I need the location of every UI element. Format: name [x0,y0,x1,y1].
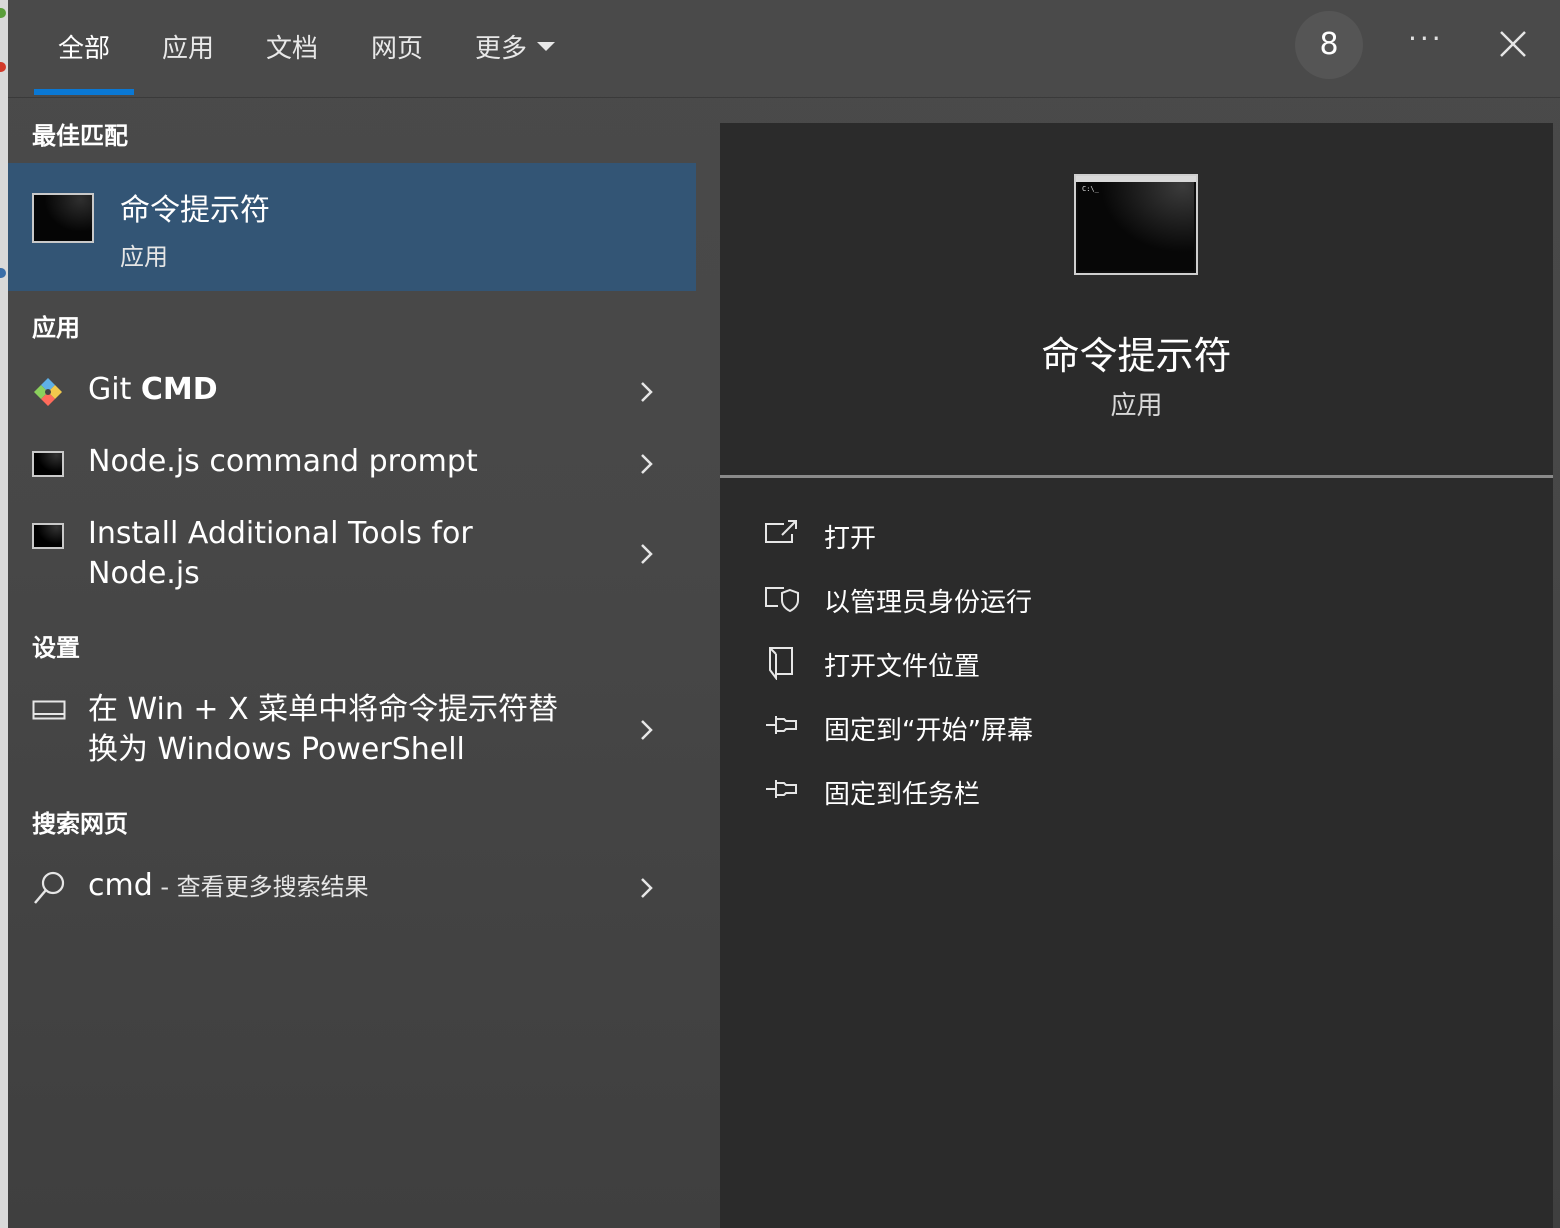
section-heading-search-web: 搜索网页 [32,810,128,838]
result-install-additional-tools[interactable]: Install Additional Tools for Node.js [8,508,696,608]
result-git-cmd-label-plain: Git [88,372,141,407]
start-search-window: 全部 应用 文档 网页 更多 8 ··· 最佳匹配 命令提示符 应用 应用 Gi… [8,0,1560,1228]
result-nodejs-command-prompt[interactable]: Node.js command prompt [8,436,696,492]
tab-apps[interactable]: 应用 [162,28,214,65]
action-open-label: 打开 [824,524,877,554]
desktop-icon-fragment [0,62,6,72]
best-match-title: 命令提示符 [120,193,270,228]
action-pin-to-start[interactable]: 固定到“开始”屏幕 [764,708,1364,748]
section-heading-apps: 应用 [32,314,80,342]
web-search-query: cmd [88,868,153,903]
result-git-cmd-label: Git CMD [88,370,218,410]
close-button[interactable] [1495,26,1531,62]
tab-documents[interactable]: 文档 [266,28,318,65]
active-tab-indicator [34,89,134,95]
console-screen-graphic [1078,182,1194,271]
action-open[interactable]: 打开 [764,516,1364,556]
best-match-result[interactable]: 命令提示符 应用 [8,163,696,291]
chevron-right-icon [641,382,653,402]
more-options-button[interactable]: ··· [1408,22,1444,55]
preview-divider [720,475,1553,478]
command-prompt-icon [32,193,94,243]
tab-more[interactable]: 更多 [475,28,556,65]
search-icon [34,871,65,904]
tab-web[interactable]: 网页 [371,28,423,65]
console-icon [32,523,64,549]
result-web-search[interactable]: cmd - 查看更多搜索结果 [8,860,696,916]
git-icon [34,378,62,406]
chevron-right-icon [641,544,653,564]
rewards-badge[interactable]: 8 [1295,11,1363,79]
console-prompt-text: C:\_ [1082,185,1099,193]
result-setting-winx-powershell[interactable]: 在 Win + X 菜单中将命令提示符替 换为 Windows PowerShe… [8,684,696,784]
result-nodejs-label: Node.js command prompt [88,444,478,479]
desktop-icon-fragment [0,8,6,18]
chevron-right-icon [641,454,653,474]
close-icon [1500,31,1526,57]
open-icon [765,520,797,543]
tab-more-label: 更多 [475,34,528,64]
console-icon [32,451,64,477]
chevron-right-icon [641,878,653,898]
action-open-file-location[interactable]: 打开文件位置 [764,644,1364,684]
desktop-background-sliver [0,0,8,1228]
best-match-subtitle: 应用 [120,243,168,271]
preview-panel: C:\_ 命令提示符 应用 打开 以管理员身份运行 打开文件位置 固定到“开始”… [720,123,1553,1228]
preview-title: 命令提示符 [1041,334,1232,378]
result-setting-label-line2: 换为 Windows PowerShell [88,732,465,767]
action-pin-to-taskbar-label: 固定到任务栏 [824,780,981,810]
action-run-as-admin-label: 以管理员身份运行 [824,588,1033,618]
preview-subtitle: 应用 [1110,391,1163,421]
section-heading-best-match: 最佳匹配 [32,122,128,150]
result-setting-label-line1: 在 Win + X 菜单中将命令提示符替 [88,692,559,727]
section-heading-settings: 设置 [32,634,80,662]
action-open-file-location-label: 打开文件位置 [824,652,981,682]
chevron-right-icon [641,720,653,740]
web-search-label: cmd - 查看更多搜索结果 [88,866,369,907]
tab-all[interactable]: 全部 [58,28,110,65]
filter-tab-bar: 全部 应用 文档 网页 更多 8 ··· [8,0,1560,98]
pin-taskbar-icon [766,780,797,798]
results-panel: 最佳匹配 命令提示符 应用 应用 Git CMD Node.js command… [8,98,696,1228]
run-as-admin-icon [765,587,799,613]
pin-start-icon [766,716,797,734]
web-search-suffix: - 查看更多搜索结果 [152,873,369,901]
file-location-icon [769,647,793,680]
desktop-icon-fragment [0,268,6,278]
chevron-down-icon [537,42,556,51]
result-install-tools-label-line1: Install Additional Tools for [88,516,473,551]
result-git-cmd[interactable]: Git CMD [8,364,696,420]
action-pin-to-taskbar[interactable]: 固定到任务栏 [764,772,1364,812]
display-icon [32,700,66,720]
action-pin-to-start-label: 固定到“开始”屏幕 [824,716,1033,746]
command-prompt-large-icon: C:\_ [1074,174,1198,275]
result-git-cmd-label-bold: CMD [140,372,218,407]
action-run-as-admin[interactable]: 以管理员身份运行 [764,580,1364,620]
result-install-tools-label-line2: Node.js [88,556,200,591]
